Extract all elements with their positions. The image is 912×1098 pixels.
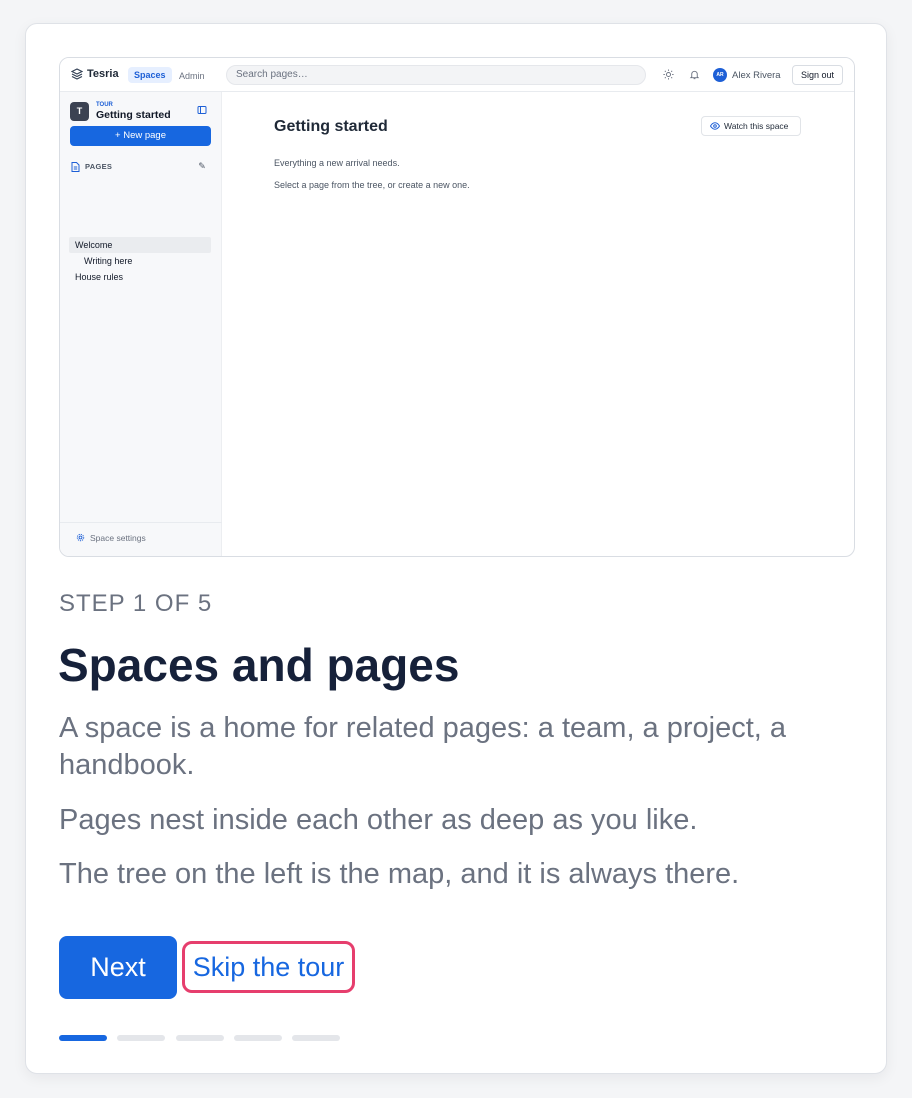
user-name: Alex Rivera (732, 70, 781, 81)
gear-icon (76, 533, 85, 542)
brand-name: Tesria (87, 68, 119, 80)
sidebar-collapse-icon[interactable] (197, 105, 207, 115)
tree-item-house-rules[interactable]: House rules (69, 269, 123, 285)
nav-spaces[interactable]: Spaces (128, 67, 172, 83)
tour-description: Pages nest inside each other as deep as … (59, 804, 698, 836)
tour-description: A space is a home for related pages: a t… (59, 712, 787, 781)
sun-icon[interactable] (663, 69, 674, 80)
pages-heading: PAGES (85, 162, 113, 171)
new-page-button[interactable]: + New page (70, 126, 211, 146)
tour-card: Tesria Spaces Admin Search pages… AR Ale… (25, 23, 887, 1074)
sign-out-button[interactable]: Sign out (792, 65, 843, 85)
pencil-icon[interactable]: ✎ (193, 157, 211, 175)
step-counter: STEP 1 OF 5 (59, 590, 213, 617)
space-name: Getting started (96, 109, 171, 121)
space-badge: T (70, 102, 89, 121)
tour-title: Spaces and pages (58, 639, 460, 691)
preview-paragraph: Everything a new arrival needs. (274, 158, 400, 168)
progress-dot (59, 1035, 107, 1041)
tour-description: The tree on the left is the map, and it … (59, 858, 740, 890)
eye-icon (710, 122, 720, 130)
layers-icon (71, 68, 83, 80)
progress-dot (234, 1035, 282, 1041)
preview-page-title: Getting started (274, 118, 388, 135)
watch-space-label: Watch this space (724, 121, 789, 131)
progress-dot (176, 1035, 224, 1041)
space-kicker: TOUR (96, 102, 113, 108)
tree-item-welcome[interactable]: Welcome (69, 237, 211, 253)
avatar[interactable]: AR (713, 68, 727, 82)
preview-sidebar: T TOUR Getting started + New page PAGES … (60, 92, 222, 556)
divider (60, 522, 222, 523)
bell-icon[interactable] (689, 69, 700, 80)
app-preview: Tesria Spaces Admin Search pages… AR Ale… (59, 57, 855, 557)
preview-paragraph: Select a page from the tree, or create a… (274, 180, 470, 190)
document-icon (71, 162, 80, 172)
watch-space-button[interactable]: Watch this space (701, 116, 801, 136)
skip-tour-button[interactable]: Skip the tour (182, 941, 355, 993)
preview-topbar: Tesria Spaces Admin Search pages… AR Ale… (60, 58, 854, 92)
next-button[interactable]: Next (59, 936, 177, 999)
search-input[interactable]: Search pages… (226, 65, 646, 85)
space-settings-link[interactable]: Space settings (90, 533, 146, 543)
tree-item-writing-here[interactable]: Writing here (78, 253, 132, 269)
progress-dot (292, 1035, 340, 1041)
progress-dot (117, 1035, 165, 1041)
nav-admin[interactable]: Admin (179, 71, 205, 81)
